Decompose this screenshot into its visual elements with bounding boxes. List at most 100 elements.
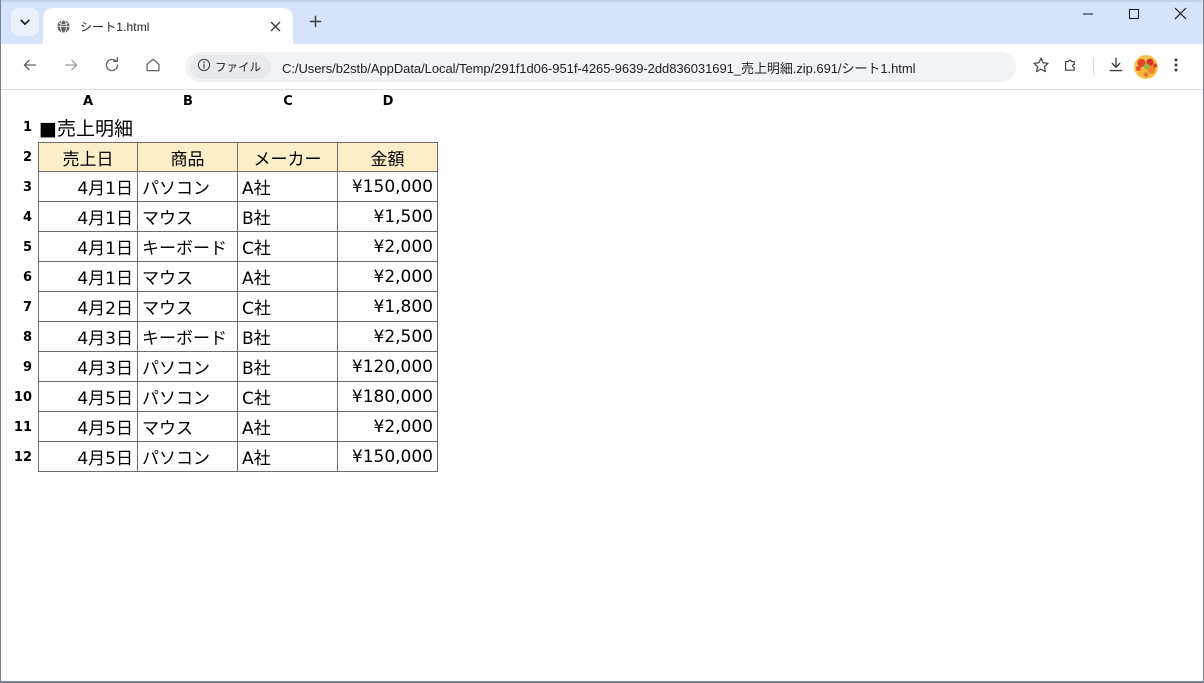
cell-product: キーボード [138,322,238,352]
cell-date: 4月3日 [38,352,138,382]
tab-strip: シート1.html [1,0,1203,44]
cell-date: 4月1日 [38,232,138,262]
minimize-icon [1082,7,1094,25]
table-header-amount: 金額 [338,142,438,172]
window-controls [1065,0,1203,32]
back-arrow-icon [21,56,39,79]
row-number-12: 12 [13,449,32,465]
window-minimize-button[interactable] [1065,0,1111,32]
cell-amount: ¥150,000 [338,172,438,202]
cell-maker: C社 [238,232,338,262]
row-number-1: 1 [22,119,32,135]
cell-product: マウス [138,262,238,292]
url-text: C:/Users/b2stb/AppData/Local/Temp/291f1d… [282,60,916,76]
download-icon [1107,56,1125,79]
cell-maker: C社 [238,292,338,322]
column-letter-d: D [382,93,394,109]
cell-date: 4月1日 [38,172,138,202]
cell-maker: A社 [238,412,338,442]
cell-maker: A社 [238,262,338,292]
spreadsheet: A B C D 1 ■売上明細 2 売上日 商品 メーカー 金額 3 4月1日 … [1,90,438,472]
table-row: 11 4月5日 マウス A社 ¥2,000 [1,412,438,442]
cell-maker: C社 [238,382,338,412]
forward-button[interactable] [56,52,86,82]
cell-amount: ¥2,000 [338,412,438,442]
column-letter-a: A [82,93,94,109]
table-row: 4 4月1日 マウス B社 ¥1,500 [1,202,438,232]
cell-maker: B社 [238,202,338,232]
cell-product: マウス [138,292,238,322]
cell-maker: A社 [238,442,338,472]
page-content: A B C D 1 ■売上明細 2 売上日 商品 メーカー 金額 3 4月1日 … [1,90,1203,681]
reload-icon [103,56,121,79]
table-row: 10 4月5日 パソコン C社 ¥180,000 [1,382,438,412]
tab-strip-top-edge [1,0,1203,2]
star-icon [1032,56,1050,79]
cell-product: マウス [138,202,238,232]
reload-button[interactable] [97,52,127,82]
cell-product: キーボード [138,232,238,262]
tab-title: シート1.html [80,19,150,34]
file-scheme-badge[interactable]: ファイル [190,55,271,79]
table-row: 12 4月5日 パソコン A社 ¥150,000 [1,442,438,472]
row-number-9: 9 [22,359,32,375]
avatar-image [1134,55,1158,79]
file-scheme-label: ファイル [215,62,261,74]
cell-date: 4月5日 [38,382,138,412]
close-icon [1174,7,1187,25]
cell-date: 4月1日 [38,262,138,292]
bookmark-button[interactable] [1026,52,1056,82]
address-bar[interactable]: ファイル C:/Users/b2stb/AppData/Local/Temp/2… [185,52,1016,82]
row-number-8: 8 [22,329,32,345]
extensions-button[interactable] [1056,52,1086,82]
table-row: 9 4月3日 パソコン B社 ¥120,000 [1,352,438,382]
sheet-row-2: 2 売上日 商品 メーカー 金額 [1,142,438,172]
browser-menu-button[interactable] [1161,52,1191,82]
toolbar-divider [1093,58,1094,76]
cell-product: マウス [138,412,238,442]
globe-icon [55,18,71,34]
cell-amount: ¥120,000 [338,352,438,382]
window-close-button[interactable] [1157,0,1203,32]
tab-close-icon[interactable] [265,16,285,36]
cell-amount: ¥2,000 [338,232,438,262]
new-tab-button[interactable] [301,10,329,38]
cell-date: 4月5日 [38,412,138,442]
cell-amount: ¥2,500 [338,322,438,352]
cell-product: パソコン [138,442,238,472]
row-number-11: 11 [13,419,32,435]
row-number-3: 3 [22,179,32,195]
forward-arrow-icon [62,56,80,79]
cell-maker: B社 [238,352,338,382]
cell-product: パソコン [138,382,238,412]
tab-search-button[interactable] [11,8,39,36]
column-header-row: A B C D [1,90,438,112]
back-button[interactable] [15,52,45,82]
browser-tab[interactable]: シート1.html [43,8,293,44]
sheet-title: ■売上明細 [39,117,133,140]
downloads-button[interactable] [1101,52,1131,82]
home-button[interactable] [138,52,168,82]
table-header-date: 売上日 [38,142,138,172]
table-row: 6 4月1日 マウス A社 ¥2,000 [1,262,438,292]
browser-toolbar: ファイル C:/Users/b2stb/AppData/Local/Temp/2… [1,44,1203,90]
maximize-icon [1128,7,1140,25]
cell-date: 4月3日 [38,322,138,352]
cell-date: 4月2日 [38,292,138,322]
column-letter-c: C [283,93,293,109]
home-icon [144,56,162,79]
browser-window: シート1.html ファイル C:/Users/b2stb/AppData/Lo… [0,0,1204,683]
row-number-6: 6 [22,269,32,285]
row-number-7: 7 [22,299,32,315]
window-bottom-edge [1,681,1203,682]
three-dot-menu-icon [1168,57,1184,78]
cell-amount: ¥2,000 [338,262,438,292]
puzzle-icon [1062,56,1080,79]
row-number-2: 2 [22,149,32,165]
profile-avatar[interactable] [1134,55,1158,79]
window-maximize-button[interactable] [1111,0,1157,32]
table-row: 3 4月1日 パソコン A社 ¥150,000 [1,172,438,202]
row-number-4: 4 [22,209,32,225]
cell-amount: ¥1,800 [338,292,438,322]
row-number-5: 5 [22,239,32,255]
